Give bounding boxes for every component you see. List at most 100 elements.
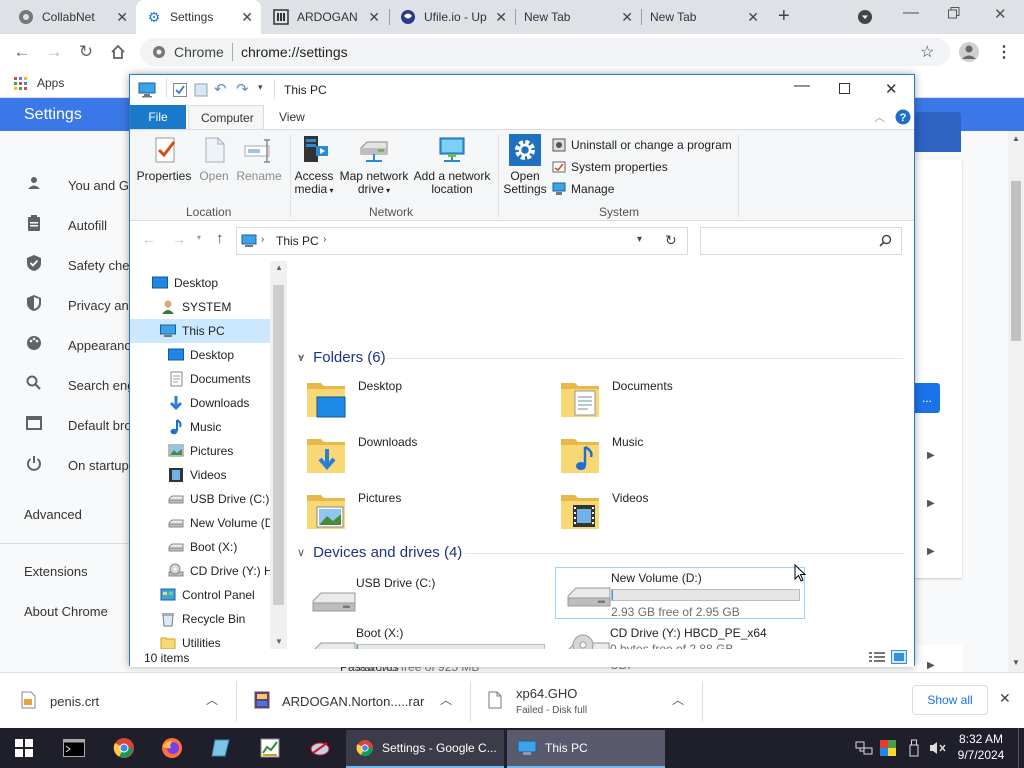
scroll-down-icon[interactable]: ▼ (1012, 658, 1020, 667)
undo-icon[interactable]: ↶ (214, 80, 227, 98)
breadcrumb-this-pc[interactable]: This PC (276, 234, 319, 248)
recent-locations-icon[interactable]: ▾ (197, 233, 201, 242)
settings-nav-about-chrome[interactable]: About Chrome (0, 591, 130, 631)
folders-group-header[interactable]: ∨ Folders (6) (297, 349, 386, 366)
folder-downloads[interactable]: Downloads (295, 427, 545, 479)
tab-computer[interactable]: Computer (188, 105, 264, 129)
omnibox[interactable]: Chrome chrome://settings ☆ (140, 38, 950, 66)
tab-search-dropdown-icon[interactable] (857, 9, 873, 28)
chevron-up-icon[interactable]: ︿ (206, 691, 218, 708)
navpane-scrollbar[interactable]: ▲ ▼ (270, 261, 287, 649)
scroll-up-icon[interactable]: ▲ (1012, 134, 1020, 143)
close-window-icon[interactable]: ✕ (994, 5, 1007, 23)
page-scrollbar-thumb[interactable] (1011, 181, 1021, 341)
taskbar-chrome[interactable] (106, 728, 142, 768)
restore-icon[interactable] (948, 7, 960, 22)
chrome-menu-icon[interactable]: ⋮ (996, 42, 1012, 62)
breadcrumb-chevron-icon[interactable]: › (261, 234, 264, 245)
address-history-dropdown-icon[interactable]: ▾ (637, 234, 642, 245)
settings-nav-search-engine[interactable]: Search eng (0, 365, 135, 405)
scroll-up-icon[interactable]: ▲ (275, 263, 283, 272)
settings-nav-you-and-google[interactable]: You and Go (0, 165, 136, 205)
taskbar-app-chart[interactable] (252, 728, 288, 768)
new-tab-plus-icon[interactable]: + (778, 5, 790, 28)
nav-tree-item[interactable]: Boot (X:) (168, 535, 237, 559)
settings-nav-default-browser[interactable]: Default bro (0, 405, 132, 445)
tab-file[interactable]: File (130, 105, 186, 129)
download-item-penis-crt[interactable]: penis.crt ︿ (20, 673, 232, 729)
scroll-down-icon[interactable]: ▼ (275, 637, 283, 646)
redo-icon[interactable]: ↷ (236, 80, 249, 98)
help-icon[interactable]: ? (895, 109, 911, 128)
taskbar-firefox[interactable] (154, 728, 190, 768)
settings-nav-autofill[interactable]: Autofill (0, 205, 130, 245)
open-settings-button[interactable]: Open Settings (502, 134, 548, 196)
tab-new-tab-1[interactable]: New Tab ✕ (516, 0, 641, 34)
forward-arrow-icon[interactable]: → (172, 231, 186, 247)
explorer-minimize-icon[interactable]: — (794, 77, 810, 95)
nav-tree-item[interactable]: New Volume (D (168, 511, 273, 535)
system-properties-button[interactable]: System properties (552, 160, 668, 174)
open-button[interactable]: Open (196, 134, 232, 183)
drive-new-volume-d[interactable]: New Volume (D:) 2.93 GB free of 2.95 GB (555, 567, 805, 619)
chevron-right-icon[interactable]: ▶ (927, 546, 935, 557)
settings-nav-appearance[interactable]: Appearanc (0, 325, 131, 365)
usb-tray-icon[interactable] (902, 728, 926, 768)
details-view-icon[interactable] (869, 651, 885, 666)
access-media-button[interactable]: Access media ▾ (292, 134, 336, 197)
nav-tree-item[interactable]: Recycle Bin (160, 607, 245, 631)
nav-tree-item[interactable]: Downloads (168, 391, 249, 415)
settings-nav-extensions[interactable]: Extensions (0, 551, 130, 591)
start-button[interactable] (0, 728, 48, 768)
tab-view[interactable]: View (267, 105, 317, 129)
omnibox-url[interactable]: chrome://settings (241, 44, 348, 60)
tab-ardogan[interactable]: ARDOGAN ✕ (263, 0, 388, 34)
explorer-maximize-icon[interactable] (839, 83, 850, 97)
bookmark-star-icon[interactable]: ☆ (920, 42, 934, 62)
nav-tree-item[interactable]: SYSTEM (160, 295, 231, 319)
refresh-button[interactable]: ↻ (657, 227, 688, 255)
drive-usb-c[interactable]: USB Drive (C:) (301, 573, 551, 625)
rename-button[interactable]: Rename (236, 134, 282, 183)
chevron-up-icon[interactable]: ︿ (440, 691, 452, 708)
properties-check-icon[interactable] (173, 83, 187, 100)
settings-nav-advanced[interactable]: Advanced (0, 494, 130, 534)
tab-ufile[interactable]: Ufile.io - Up ✕ (390, 0, 515, 34)
minimize-icon[interactable]: — (903, 4, 919, 22)
nav-tree-item[interactable]: Music (168, 415, 221, 439)
settings-action-button[interactable]: ... (914, 383, 940, 413)
breadcrumb-chevron-icon[interactable]: › (323, 234, 326, 245)
nav-tree-item[interactable]: Documents (168, 367, 251, 391)
taskbar-clock[interactable]: 8:32 AM 9/7/2024 (956, 731, 1006, 763)
qat-customize-icon[interactable]: ▾ (258, 82, 263, 93)
nav-tree-item[interactable]: Desktop (152, 271, 218, 295)
nav-tree-item[interactable]: Pictures (168, 439, 233, 463)
close-tab-icon[interactable]: ✕ (495, 9, 507, 26)
back-arrow-icon[interactable]: ← (142, 231, 156, 247)
taskbar-app-blue[interactable] (204, 728, 240, 768)
download-item-xp64-gho[interactable]: xp64.GHO Failed - Disk full ︿ (488, 673, 700, 729)
drives-group-header[interactable]: ∨ Devices and drives (4) (297, 544, 462, 561)
manage-button[interactable]: Manage (552, 182, 614, 196)
nav-tree-item[interactable]: Videos (168, 463, 226, 487)
folder-videos[interactable]: Videos (549, 483, 799, 535)
folder-desktop[interactable]: Desktop (295, 371, 545, 423)
ribbon-collapse-icon[interactable]: ︿ (874, 109, 885, 125)
tab-collabnet[interactable]: CollabNet ✕ (8, 0, 136, 34)
close-tab-icon[interactable]: ✕ (747, 9, 759, 26)
navpane-scrollbar-thumb[interactable] (273, 285, 284, 605)
nav-tree-item[interactable]: Control Panel (160, 583, 255, 607)
chevron-right-icon[interactable]: ▶ (927, 660, 935, 671)
show-all-button[interactable]: Show all (912, 685, 988, 715)
forward-arrow-icon[interactable]: → (44, 42, 64, 62)
page-scrollbar[interactable]: ▲ ▼ (1008, 131, 1024, 672)
taskbar-this-pc-window[interactable]: This PC (507, 730, 665, 768)
large-icons-view-icon[interactable] (891, 650, 907, 667)
nav-tree-item[interactable]: USB Drive (C:) (168, 487, 269, 511)
home-icon[interactable] (108, 42, 128, 65)
new-folder-qat-icon[interactable] (194, 83, 208, 100)
close-shelf-icon[interactable]: ✕ (999, 690, 1011, 707)
settings-nav-safety-check[interactable]: Safety che (0, 245, 130, 285)
folder-music[interactable]: Music (549, 427, 799, 479)
show-desktop-button[interactable] (1018, 728, 1024, 768)
